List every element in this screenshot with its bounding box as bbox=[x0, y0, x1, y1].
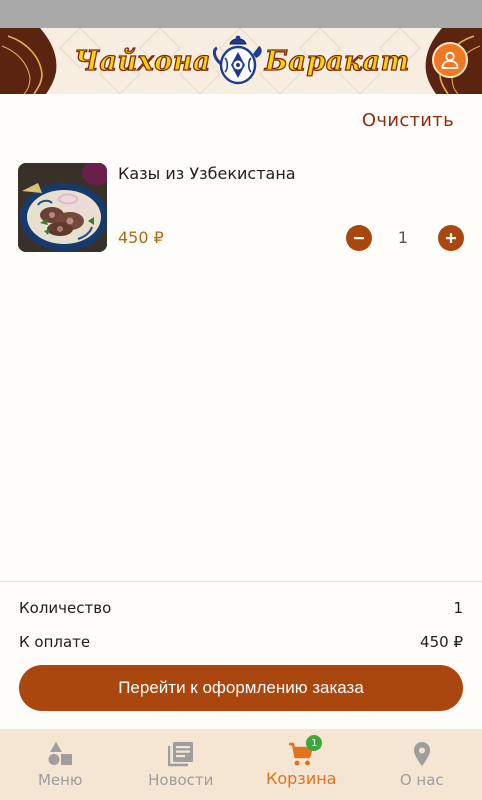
logo-word-right: Баракат bbox=[264, 45, 410, 77]
quantity-total: 1 bbox=[453, 599, 463, 617]
total-label: К оплате bbox=[19, 633, 91, 651]
cart-icon: 1 bbox=[287, 735, 323, 768]
nav-label-about: О нас bbox=[399, 771, 444, 789]
summary-total-row: К оплате 450 ₽ bbox=[19, 633, 463, 651]
profile-button[interactable] bbox=[432, 42, 468, 78]
quantity-label: Количество bbox=[19, 599, 112, 617]
nav-label-news: Новости bbox=[148, 771, 214, 789]
cart-item: Казы из Узбекистана 450 ₽ 1 bbox=[18, 163, 464, 253]
food-photo bbox=[18, 163, 107, 252]
nav-item-cart[interactable]: 1 Корзина bbox=[241, 729, 362, 800]
item-photo[interactable] bbox=[18, 163, 107, 252]
total-amount: 450 ₽ bbox=[420, 633, 463, 651]
restaurant-logo: Чайхона Баракат bbox=[62, 34, 422, 88]
nav-item-news[interactable]: Новости bbox=[121, 729, 242, 800]
minus-icon bbox=[354, 237, 364, 240]
quantity-value: 1 bbox=[397, 228, 409, 247]
teapot-icon bbox=[212, 35, 262, 85]
item-title: Казы из Узбекистана bbox=[118, 164, 296, 183]
item-price: 450 ₽ bbox=[118, 228, 164, 247]
checkout-button[interactable]: Перейти к оформлению заказа bbox=[19, 665, 463, 711]
cart-badge: 1 bbox=[306, 735, 323, 751]
shapes-icon bbox=[46, 740, 74, 768]
nav-label-cart: Корзина bbox=[266, 769, 337, 788]
order-summary: Количество 1 К оплате 450 ₽ Перейти к оф… bbox=[0, 581, 482, 729]
user-icon bbox=[441, 51, 459, 69]
newspaper-icon bbox=[167, 740, 195, 768]
location-pin-icon bbox=[408, 740, 436, 768]
plus-icon bbox=[446, 233, 456, 243]
app-header: Чайхона Баракат bbox=[0, 28, 482, 94]
status-bar bbox=[0, 0, 482, 28]
increase-quantity-button[interactable] bbox=[438, 225, 464, 251]
nav-item-about[interactable]: О нас bbox=[362, 729, 482, 800]
nav-label-menu: Меню bbox=[37, 771, 83, 789]
summary-quantity-row: Количество 1 bbox=[19, 599, 463, 617]
clear-cart-button[interactable]: Очистить bbox=[362, 110, 454, 131]
bottom-navigation: Меню Новости 1 Корзина О нас bbox=[0, 729, 482, 800]
logo-word-left: Чайхона bbox=[74, 45, 211, 77]
nav-item-menu[interactable]: Меню bbox=[0, 729, 121, 800]
decrease-quantity-button[interactable] bbox=[346, 225, 372, 251]
